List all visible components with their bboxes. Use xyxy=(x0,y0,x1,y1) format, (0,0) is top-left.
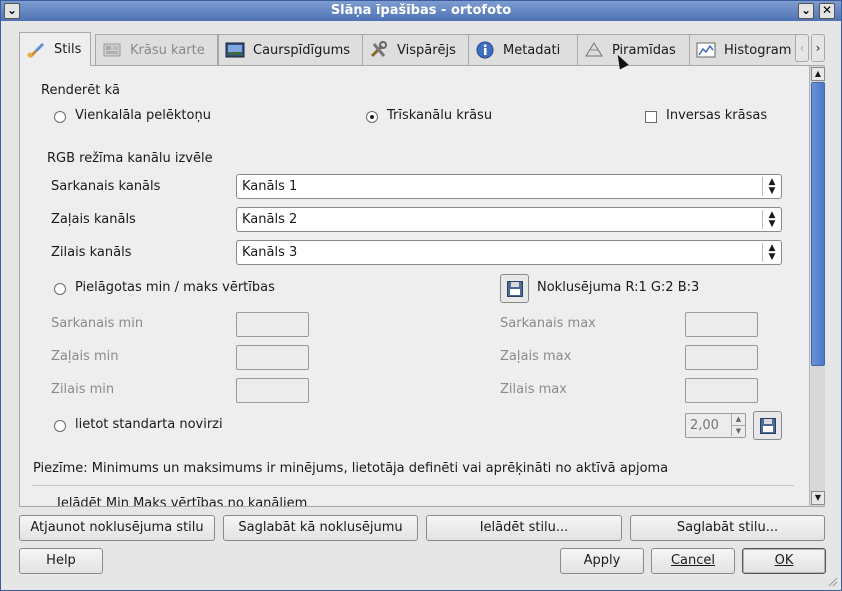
minimize-icon[interactable]: ⌄ xyxy=(798,3,814,19)
blue-band-select[interactable]: Kanāls 3 ▲ ▼ xyxy=(236,240,782,265)
save-as-default-button[interactable]: Saglabāt kā noklusējumu xyxy=(223,515,418,541)
ok-button[interactable]: OK xyxy=(742,548,826,574)
tab-metadata[interactable]: Metadati xyxy=(468,34,578,65)
cancel-button[interactable]: Cancel xyxy=(651,548,735,574)
chevron-updown-icon: ▲ ▼ xyxy=(762,243,781,262)
blue-max-input[interactable] xyxy=(685,378,758,403)
transparency-icon xyxy=(225,41,245,59)
save-style-button[interactable]: Saglabāt stilu... xyxy=(630,515,825,541)
custom-minmax-radio[interactable] xyxy=(54,283,66,295)
three-band-radio[interactable] xyxy=(366,111,378,123)
tab-general[interactable]: Vispārējs xyxy=(362,34,469,65)
blue-band-label: Zilais kanāls xyxy=(51,245,132,260)
red-max-label: Sarkanais max xyxy=(500,316,596,331)
apply-button[interactable]: Apply xyxy=(560,548,644,574)
layer-properties-dialog: Slāņa īpašības - ortofoto ⌄ ⌄ ✕ Stils Kr… xyxy=(0,0,842,591)
invert-colors-label[interactable]: Inversas krāsas xyxy=(666,108,767,123)
chevron-updown-icon: ▲ ▼ xyxy=(762,177,781,196)
default-bands-label: Noklusējuma R:1 G:2 B:3 xyxy=(537,280,700,295)
red-band-label: Sarkanais kanāls xyxy=(51,179,161,194)
green-max-label: Zaļais max xyxy=(500,349,572,364)
load-minmax-label: Ielādēt Min Maks vērtības no kanāliem xyxy=(57,496,308,506)
title-bar[interactable]: Slāņa īpašības - ortofoto ⌄ ⌄ ✕ xyxy=(1,1,841,21)
red-band-select[interactable]: Kanāls 1 ▲ ▼ xyxy=(236,174,782,199)
blue-max-label: Zilais max xyxy=(500,382,567,397)
blue-min-label: Zilais min xyxy=(51,382,115,397)
red-min-input[interactable] xyxy=(236,312,309,337)
red-max-input[interactable] xyxy=(685,312,758,337)
stddev-label[interactable]: lietot standarta novirzi xyxy=(75,417,223,432)
blue-min-input[interactable] xyxy=(236,378,309,403)
close-icon[interactable]: ✕ xyxy=(819,3,835,19)
divider xyxy=(32,485,794,486)
help-button[interactable]: Help xyxy=(19,548,103,574)
custom-minmax-label[interactable]: Pielāgotas min / maks vērtības xyxy=(75,280,275,295)
scrollbar-thumb[interactable] xyxy=(811,82,825,366)
floppy-disk-icon xyxy=(760,418,776,434)
tab-histogram[interactable]: Histogram xyxy=(689,34,799,65)
scroll-down-icon[interactable]: ▼ xyxy=(811,491,825,505)
grayscale-label[interactable]: Vienkalāla pelēktoņu xyxy=(75,108,211,123)
tabs-scroll-right-button[interactable]: › xyxy=(811,34,825,62)
green-band-select[interactable]: Kanāls 2 ▲ ▼ xyxy=(236,207,782,232)
tools-icon xyxy=(369,41,389,59)
minmax-note: Piezīme: Minimums un maksimums ir minēju… xyxy=(33,461,669,476)
style-content: Renderēt kā Vienkalāla pelēktoņu Trīskan… xyxy=(20,66,808,506)
rgb-section-label: RGB režīma kanālu izvēle xyxy=(47,151,213,166)
brush-icon xyxy=(26,41,46,59)
green-band-label: Zaļais kanāls xyxy=(51,212,136,227)
pyramid-icon xyxy=(584,41,604,59)
restore-default-style-button[interactable]: Atjaunot noklusējuma stilu xyxy=(19,515,215,541)
stddev-radio[interactable] xyxy=(54,420,66,432)
green-min-input[interactable] xyxy=(236,345,309,370)
three-band-label[interactable]: Trīskanālu krāsu xyxy=(387,108,492,123)
load-style-button[interactable]: Ielādēt stilu... xyxy=(426,515,622,541)
floppy-disk-icon xyxy=(507,281,523,297)
spin-up-icon[interactable]: ▲ xyxy=(731,414,745,425)
window-menu-icon[interactable]: ⌄ xyxy=(4,3,20,19)
chevron-updown-icon: ▲ ▼ xyxy=(762,210,781,229)
colormap-icon xyxy=(102,41,122,59)
style-panel: Renderēt kā Vienkalāla pelēktoņu Trīskan… xyxy=(19,65,825,507)
invert-colors-checkbox[interactable] xyxy=(645,111,657,123)
info-icon xyxy=(475,41,495,59)
vertical-scrollbar[interactable]: ▲ ▼ xyxy=(809,66,825,506)
spin-down-icon[interactable]: ▼ xyxy=(731,425,745,436)
tab-transparency[interactable]: Caurspīdīgums xyxy=(218,34,363,65)
stddev-spinbox[interactable]: 2,00 ▲ ▼ xyxy=(685,413,746,438)
red-min-label: Sarkanais min xyxy=(51,316,144,331)
scroll-up-icon[interactable]: ▲ xyxy=(811,67,825,81)
histogram-icon xyxy=(696,41,716,59)
render-as-label: Renderēt kā xyxy=(41,83,121,98)
tab-style[interactable]: Stils xyxy=(19,32,91,66)
green-min-label: Zaļais min xyxy=(51,349,119,364)
tab-bar: Stils Krāsu karte Caurspīdīgums Vispārēj… xyxy=(19,32,799,66)
resize-grip-icon[interactable] xyxy=(826,575,838,587)
tabs-scroll-left-button[interactable]: ‹ xyxy=(795,34,809,62)
save-default-bands-button[interactable] xyxy=(500,274,529,303)
grayscale-radio[interactable] xyxy=(54,111,66,123)
window-title: Slāņa īpašības - ortofoto xyxy=(330,3,512,18)
save-stddev-button[interactable] xyxy=(753,411,782,440)
tab-colormap[interactable]: Krāsu karte xyxy=(95,34,218,65)
green-max-input[interactable] xyxy=(685,345,758,370)
tab-pyramids[interactable]: Piramīdas xyxy=(577,34,690,65)
